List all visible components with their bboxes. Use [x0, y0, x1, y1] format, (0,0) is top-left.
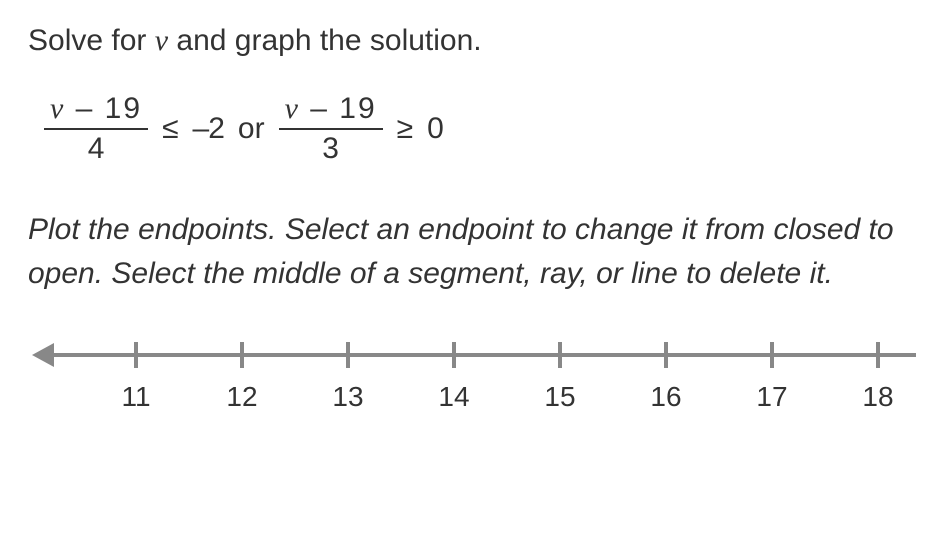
tick-label: 17: [756, 381, 787, 413]
problem-prompt: Solve for v and graph the solution.: [28, 24, 918, 58]
rhs-1: –2: [193, 112, 224, 146]
number-line-plot-area[interactable]: [36, 331, 916, 379]
tick-label: 16: [650, 381, 681, 413]
tick-label: 13: [332, 381, 363, 413]
fraction-1: v – 19 4: [44, 94, 148, 164]
tick-label: 11: [121, 381, 150, 413]
tick[interactable]: [240, 342, 244, 368]
tick[interactable]: [558, 342, 562, 368]
fraction-2: v – 19 3: [279, 94, 383, 164]
tick[interactable]: [876, 342, 880, 368]
prompt-var: v: [155, 24, 168, 57]
fraction-1-numerator: v – 19: [44, 94, 148, 130]
comparator-1: ≤: [162, 112, 178, 146]
inequality-expression: v – 19 4 ≤ –2 or v – 19 3 ≥ 0: [44, 94, 918, 164]
frac1-rest: – 19: [65, 92, 142, 125]
fraction-2-denominator: 3: [322, 130, 339, 164]
tick-label: 15: [544, 381, 575, 413]
fraction-2-numerator: v – 19: [279, 94, 383, 130]
tick[interactable]: [770, 342, 774, 368]
instructions-text: Plot the endpoints. Select an endpoint t…: [28, 208, 918, 295]
tick[interactable]: [134, 342, 138, 368]
tick[interactable]: [346, 342, 350, 368]
tick[interactable]: [452, 342, 456, 368]
comparator-2: ≥: [397, 112, 413, 146]
number-line: 11 12 13 14 15 16 17 18: [36, 331, 916, 421]
fraction-1-denominator: 4: [88, 130, 105, 164]
tick[interactable]: [664, 342, 668, 368]
frac2-var: v: [285, 92, 300, 125]
prompt-suffix: and graph the solution.: [168, 24, 482, 57]
rhs-2: 0: [427, 112, 444, 146]
tick-label: 12: [226, 381, 257, 413]
prompt-prefix: Solve for: [28, 24, 155, 57]
tick-label: 14: [438, 381, 469, 413]
frac1-var: v: [50, 92, 65, 125]
connector-or: or: [238, 112, 265, 146]
frac2-rest: – 19: [300, 92, 377, 125]
tick-label: 18: [862, 381, 893, 413]
